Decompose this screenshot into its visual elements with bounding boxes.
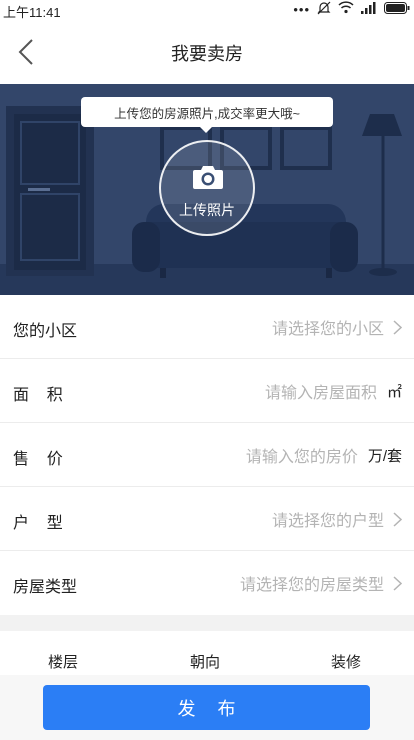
tooltip-arrow (199, 126, 213, 133)
layout-label: 户 型 (13, 515, 63, 532)
nav-bar: 我要卖房 (0, 20, 414, 84)
tab-decoration[interactable]: 装修 (331, 651, 361, 672)
publish-button[interactable]: 发布 (43, 685, 370, 730)
tab-orientation[interactable]: 朝向 (190, 651, 220, 672)
community-selector[interactable]: 请选择您的小区 (272, 295, 402, 359)
community-label: 您的小区 (13, 323, 78, 340)
upload-label: 上传照片 (179, 202, 235, 218)
sell-form: 您的小区 请选择您的小区 面 积 请输入房屋面积 ㎡ 售 价 请输入您的房价 万… (0, 295, 414, 615)
price-label: 售 价 (13, 451, 63, 468)
area-input[interactable]: 请输入房屋面积 (265, 379, 377, 403)
dots-icon: ••• (293, 2, 310, 17)
area-label: 面 积 (13, 387, 63, 404)
community-placeholder: 请选择您的小区 (271, 321, 384, 338)
camera-icon (193, 166, 223, 189)
price-input[interactable]: 请输入您的房价 (246, 443, 358, 467)
upload-tooltip: 上传您的房源照片,成交率更大哦~ (81, 97, 333, 127)
signal-icon (361, 1, 377, 19)
layout-row[interactable]: 户 型 请选择您的户型 (0, 487, 414, 551)
price-row: 售 价 请输入您的房价 万/套 (0, 423, 414, 487)
page-title: 我要卖房 (171, 44, 243, 64)
chevron-right-icon (393, 319, 402, 335)
wifi-icon (338, 1, 354, 19)
status-time: 上午11:41 (3, 5, 61, 20)
bottom-bar: 发布 (0, 675, 414, 740)
house-type-label: 房屋类型 (13, 579, 78, 596)
tab-floor[interactable]: 楼层 (48, 651, 78, 672)
upload-photo-button[interactable]: 上传照片 (159, 140, 255, 236)
house-type-selector[interactable]: 请选择您的房屋类型 (240, 551, 402, 615)
area-unit: ㎡ (386, 383, 402, 401)
status-bar: 上午11:41 ••• (0, 0, 414, 20)
price-unit: 万/套 (367, 447, 402, 465)
area-row: 面 积 请输入房屋面积 ㎡ (0, 359, 414, 423)
layout-selector[interactable]: 请选择您的户型 (272, 487, 402, 551)
price-input-wrap: 请输入您的房价 万/套 (246, 423, 402, 487)
community-row[interactable]: 您的小区 请选择您的小区 (0, 295, 414, 359)
attribute-tabs: 楼层 朝向 装修 (0, 631, 414, 675)
house-type-placeholder: 请选择您的房屋类型 (239, 577, 384, 594)
layout-placeholder: 请选择您的户型 (271, 513, 384, 530)
area-input-wrap: 请输入房屋面积 ㎡ (265, 359, 402, 423)
status-icons: ••• (293, 1, 410, 20)
mute-bell-icon (317, 1, 331, 20)
hero-banner: 上传您的房源照片,成交率更大哦~ 上传照片 (0, 84, 414, 295)
battery-icon (384, 1, 410, 19)
chevron-right-icon (393, 511, 402, 527)
house-type-row[interactable]: 房屋类型 请选择您的房屋类型 (0, 551, 414, 615)
chevron-right-icon (393, 575, 402, 591)
